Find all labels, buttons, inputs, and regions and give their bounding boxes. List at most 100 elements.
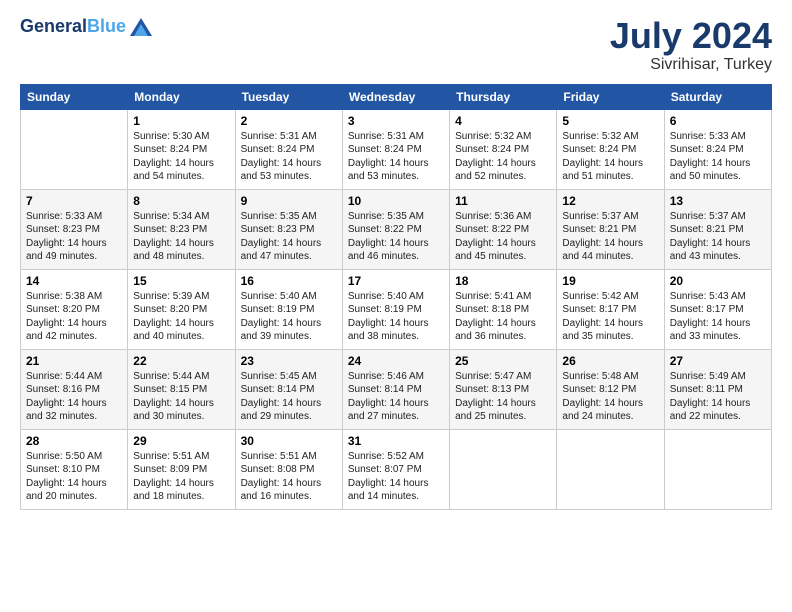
day-number: 24 — [348, 354, 444, 368]
main-title: July 2024 — [610, 16, 772, 56]
day-number: 30 — [241, 434, 337, 448]
cell-content: Sunrise: 5:31 AMSunset: 8:24 PMDaylight:… — [348, 130, 444, 184]
calendar-cell: 22 Sunrise: 5:44 AMSunset: 8:15 PMDayligh… — [128, 349, 235, 429]
day-number: 29 — [133, 434, 229, 448]
calendar-cell: 3 Sunrise: 5:31 AMSunset: 8:24 PMDaylight… — [342, 109, 449, 189]
day-number: 23 — [241, 354, 337, 368]
cell-content: Sunrise: 5:31 AMSunset: 8:24 PMDaylight:… — [241, 130, 337, 184]
cell-content: Sunrise: 5:35 AMSunset: 8:22 PMDaylight:… — [348, 210, 444, 264]
calendar-cell: 19 Sunrise: 5:42 AMSunset: 8:17 PMDayligh… — [557, 269, 664, 349]
calendar-cell: 12Sunrise: 5:37 AMSunset: 8:21 PMDayligh… — [557, 189, 664, 269]
calendar-cell: 18 Sunrise: 5:41 AMSunset: 8:18 PMDayligh… — [450, 269, 557, 349]
calendar-cell: 14Sunrise: 5:38 AMSunset: 8:20 PMDayligh… — [21, 269, 128, 349]
day-number: 13 — [670, 194, 766, 208]
cell-content: Sunrise: 5:44 AMSunset: 8:16 PMDaylight:… — [26, 370, 122, 424]
cell-content: Sunrise: 5:52 AMSunset: 8:07 PMDaylight:… — [348, 450, 444, 504]
cell-content: Sunrise: 5:51 AMSunset: 8:08 PMDaylight:… — [241, 450, 337, 504]
calendar-cell: 27 Sunrise: 5:49 AMSunset: 8:11 PMDayligh… — [664, 349, 771, 429]
calendar-cell: 30 Sunrise: 5:51 AMSunset: 8:08 PMDayligh… — [235, 429, 342, 509]
cell-content: Sunrise: 5:35 AMSunset: 8:23 PMDaylight:… — [241, 210, 337, 264]
calendar-cell: 13 Sunrise: 5:37 AMSunset: 8:21 PMDayligh… — [664, 189, 771, 269]
column-header-saturday: Saturday — [664, 84, 771, 109]
calendar-cell: 8 Sunrise: 5:34 AMSunset: 8:23 PMDaylight… — [128, 189, 235, 269]
cell-content: Sunrise: 5:49 AMSunset: 8:11 PMDaylight:… — [670, 370, 766, 424]
calendar-cell — [450, 429, 557, 509]
week-row-2: 7Sunrise: 5:33 AMSunset: 8:23 PMDaylight… — [21, 189, 772, 269]
column-header-monday: Monday — [128, 84, 235, 109]
day-number: 18 — [455, 274, 551, 288]
day-number: 21 — [26, 354, 122, 368]
cell-content: Sunrise: 5:32 AMSunset: 8:24 PMDaylight:… — [455, 130, 551, 184]
calendar-cell: 4Sunrise: 5:32 AMSunset: 8:24 PMDaylight… — [450, 109, 557, 189]
cell-content: Sunrise: 5:39 AMSunset: 8:20 PMDaylight:… — [133, 290, 229, 344]
cell-content: Sunrise: 5:42 AMSunset: 8:17 PMDaylight:… — [562, 290, 658, 344]
day-number: 2 — [241, 114, 337, 128]
cell-content: Sunrise: 5:46 AMSunset: 8:14 PMDaylight:… — [348, 370, 444, 424]
calendar-cell: 17 Sunrise: 5:40 AMSunset: 8:19 PMDayligh… — [342, 269, 449, 349]
week-row-1: 1 Sunrise: 5:30 AMSunset: 8:24 PMDaylight… — [21, 109, 772, 189]
cell-content: Sunrise: 5:37 AMSunset: 8:21 PMDaylight:… — [670, 210, 766, 264]
column-header-wednesday: Wednesday — [342, 84, 449, 109]
title-block: July 2024 Sivrihisar, Turkey — [610, 16, 772, 74]
subtitle: Sivrihisar, Turkey — [610, 56, 772, 74]
calendar-cell: 6 Sunrise: 5:33 AMSunset: 8:24 PMDaylight… — [664, 109, 771, 189]
header: GeneralBlue July 2024 Sivrihisar, Turkey — [20, 16, 772, 74]
calendar-cell: 15 Sunrise: 5:39 AMSunset: 8:20 PMDayligh… — [128, 269, 235, 349]
calendar-cell — [557, 429, 664, 509]
calendar-cell: 28Sunrise: 5:50 AMSunset: 8:10 PMDayligh… — [21, 429, 128, 509]
cell-content: Sunrise: 5:41 AMSunset: 8:18 PMDaylight:… — [455, 290, 551, 344]
cell-content: Sunrise: 5:33 AMSunset: 8:24 PMDaylight:… — [670, 130, 766, 184]
calendar-cell: 10 Sunrise: 5:35 AMSunset: 8:22 PMDayligh… — [342, 189, 449, 269]
calendar-table: SundayMondayTuesdayWednesdayThursdayFrid… — [20, 84, 772, 510]
calendar-cell: 31Sunrise: 5:52 AMSunset: 8:07 PMDayligh… — [342, 429, 449, 509]
calendar-cell: 25Sunrise: 5:47 AMSunset: 8:13 PMDayligh… — [450, 349, 557, 429]
logo-text: GeneralBlue — [20, 17, 126, 37]
day-number: 20 — [670, 274, 766, 288]
cell-content: Sunrise: 5:36 AMSunset: 8:22 PMDaylight:… — [455, 210, 551, 264]
day-number: 10 — [348, 194, 444, 208]
day-number: 16 — [241, 274, 337, 288]
day-number: 6 — [670, 114, 766, 128]
day-number: 28 — [26, 434, 122, 448]
day-number: 1 — [133, 114, 229, 128]
week-row-3: 14Sunrise: 5:38 AMSunset: 8:20 PMDayligh… — [21, 269, 772, 349]
column-header-sunday: Sunday — [21, 84, 128, 109]
day-number: 15 — [133, 274, 229, 288]
day-number: 7 — [26, 194, 122, 208]
calendar-cell: 16Sunrise: 5:40 AMSunset: 8:19 PMDayligh… — [235, 269, 342, 349]
cell-content: Sunrise: 5:34 AMSunset: 8:23 PMDaylight:… — [133, 210, 229, 264]
day-number: 9 — [241, 194, 337, 208]
calendar-cell: 26Sunrise: 5:48 AMSunset: 8:12 PMDayligh… — [557, 349, 664, 429]
page: GeneralBlue July 2024 Sivrihisar, Turkey… — [0, 0, 792, 612]
week-row-5: 28Sunrise: 5:50 AMSunset: 8:10 PMDayligh… — [21, 429, 772, 509]
cell-content: Sunrise: 5:47 AMSunset: 8:13 PMDaylight:… — [455, 370, 551, 424]
day-number: 17 — [348, 274, 444, 288]
calendar-header-row: SundayMondayTuesdayWednesdayThursdayFrid… — [21, 84, 772, 109]
calendar-cell: 11 Sunrise: 5:36 AMSunset: 8:22 PMDayligh… — [450, 189, 557, 269]
column-header-friday: Friday — [557, 84, 664, 109]
day-number: 27 — [670, 354, 766, 368]
cell-content: Sunrise: 5:30 AMSunset: 8:24 PMDaylight:… — [133, 130, 229, 184]
cell-content: Sunrise: 5:43 AMSunset: 8:17 PMDaylight:… — [670, 290, 766, 344]
cell-content: Sunrise: 5:40 AMSunset: 8:19 PMDaylight:… — [348, 290, 444, 344]
day-number: 22 — [133, 354, 229, 368]
cell-content: Sunrise: 5:37 AMSunset: 8:21 PMDaylight:… — [562, 210, 658, 264]
logo-icon — [128, 16, 154, 38]
week-row-4: 21 Sunrise: 5:44 AMSunset: 8:16 PMDayligh… — [21, 349, 772, 429]
logo: GeneralBlue — [20, 16, 154, 38]
day-number: 3 — [348, 114, 444, 128]
cell-content: Sunrise: 5:38 AMSunset: 8:20 PMDaylight:… — [26, 290, 122, 344]
day-number: 26 — [562, 354, 658, 368]
calendar-cell: 24 Sunrise: 5:46 AMSunset: 8:14 PMDayligh… — [342, 349, 449, 429]
day-number: 19 — [562, 274, 658, 288]
day-number: 11 — [455, 194, 551, 208]
column-header-thursday: Thursday — [450, 84, 557, 109]
cell-content: Sunrise: 5:51 AMSunset: 8:09 PMDaylight:… — [133, 450, 229, 504]
cell-content: Sunrise: 5:32 AMSunset: 8:24 PMDaylight:… — [562, 130, 658, 184]
calendar-cell: 1 Sunrise: 5:30 AMSunset: 8:24 PMDaylight… — [128, 109, 235, 189]
cell-content: Sunrise: 5:44 AMSunset: 8:15 PMDaylight:… — [133, 370, 229, 424]
day-number: 5 — [562, 114, 658, 128]
day-number: 8 — [133, 194, 229, 208]
cell-content: Sunrise: 5:45 AMSunset: 8:14 PMDaylight:… — [241, 370, 337, 424]
calendar-cell: 23 Sunrise: 5:45 AMSunset: 8:14 PMDayligh… — [235, 349, 342, 429]
